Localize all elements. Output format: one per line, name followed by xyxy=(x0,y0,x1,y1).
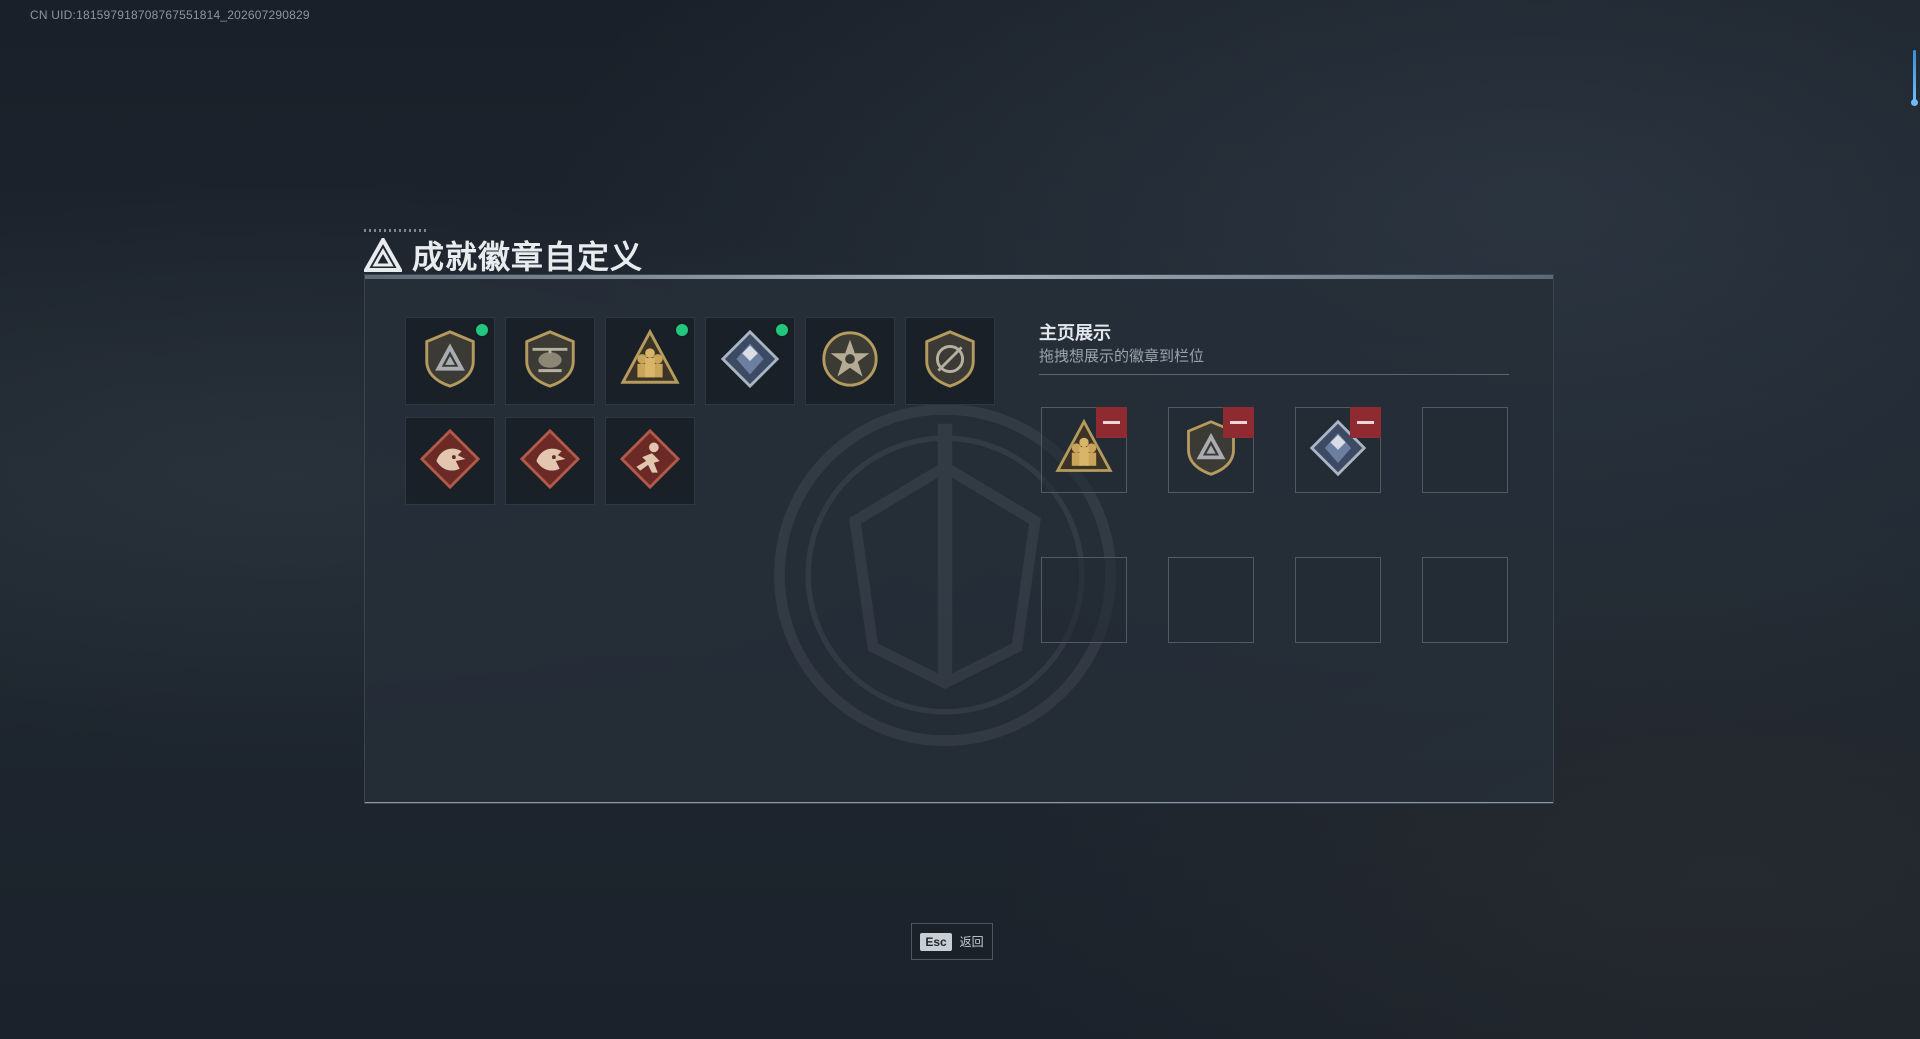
badge-cell[interactable] xyxy=(905,317,995,405)
back-button[interactable]: Esc 返回 xyxy=(911,923,993,960)
display-slot-empty[interactable] xyxy=(1422,407,1508,493)
shield-triangle-badge-icon xyxy=(419,328,481,395)
display-slot-empty[interactable] xyxy=(1422,557,1508,643)
uid-watermark: CN UID:1815979187087675518​14_2026072908… xyxy=(30,8,310,22)
remove-badge-button[interactable] xyxy=(1096,407,1127,438)
helicopter-shield-badge-icon xyxy=(519,328,581,395)
badge-cell[interactable] xyxy=(805,317,895,405)
scroll-indicator[interactable] xyxy=(1911,50,1918,106)
panel-bottom-line xyxy=(365,802,1553,803)
display-slots xyxy=(1041,407,1508,643)
badge-cell[interactable] xyxy=(705,317,795,405)
badge-cell[interactable] xyxy=(405,317,495,405)
divider xyxy=(1039,374,1509,375)
badge-cell[interactable] xyxy=(405,417,495,505)
soldiers-triangle-badge-icon xyxy=(619,328,681,395)
display-section-title: 主页展示 xyxy=(1039,323,1111,343)
display-slot-filled[interactable] xyxy=(1168,407,1254,493)
badge-cell[interactable] xyxy=(605,317,695,405)
dragon-diamond-badge-icon xyxy=(519,428,581,495)
crystal-diamond-badge-icon xyxy=(719,328,781,395)
panel-top-bar xyxy=(365,275,1553,279)
display-slot-filled[interactable] xyxy=(1295,407,1381,493)
triangle-logo-icon xyxy=(364,238,402,272)
runner-diamond-badge-icon xyxy=(619,428,681,495)
badge-customize-panel: 主页展示 拖拽想展示的徽章到栏位 xyxy=(364,274,1554,804)
back-label: 返回 xyxy=(959,935,984,949)
page-header: 成就徽章自定义 xyxy=(364,232,643,278)
display-slot-empty[interactable] xyxy=(1168,557,1254,643)
equipped-indicator xyxy=(676,324,688,336)
display-slot-empty[interactable] xyxy=(1295,557,1381,643)
star-circle-badge-icon xyxy=(819,328,881,395)
display-slot-empty[interactable] xyxy=(1041,557,1127,643)
display-slot-filled[interactable] xyxy=(1041,407,1127,493)
remove-badge-button[interactable] xyxy=(1223,407,1254,438)
badge-library xyxy=(405,317,995,505)
target-shield-badge-icon xyxy=(919,328,981,395)
page-title: 成就徽章自定义 xyxy=(412,239,644,275)
badge-cell[interactable] xyxy=(505,317,595,405)
equipped-indicator xyxy=(476,324,488,336)
remove-badge-button[interactable] xyxy=(1350,407,1381,438)
esc-key-hint: Esc xyxy=(920,932,952,951)
display-section-subtitle: 拖拽想展示的徽章到栏位 xyxy=(1039,348,1205,365)
dragon-diamond-badge-icon xyxy=(419,428,481,495)
badge-cell[interactable] xyxy=(505,417,595,505)
equipped-indicator xyxy=(776,324,788,336)
badge-cell[interactable] xyxy=(605,417,695,505)
